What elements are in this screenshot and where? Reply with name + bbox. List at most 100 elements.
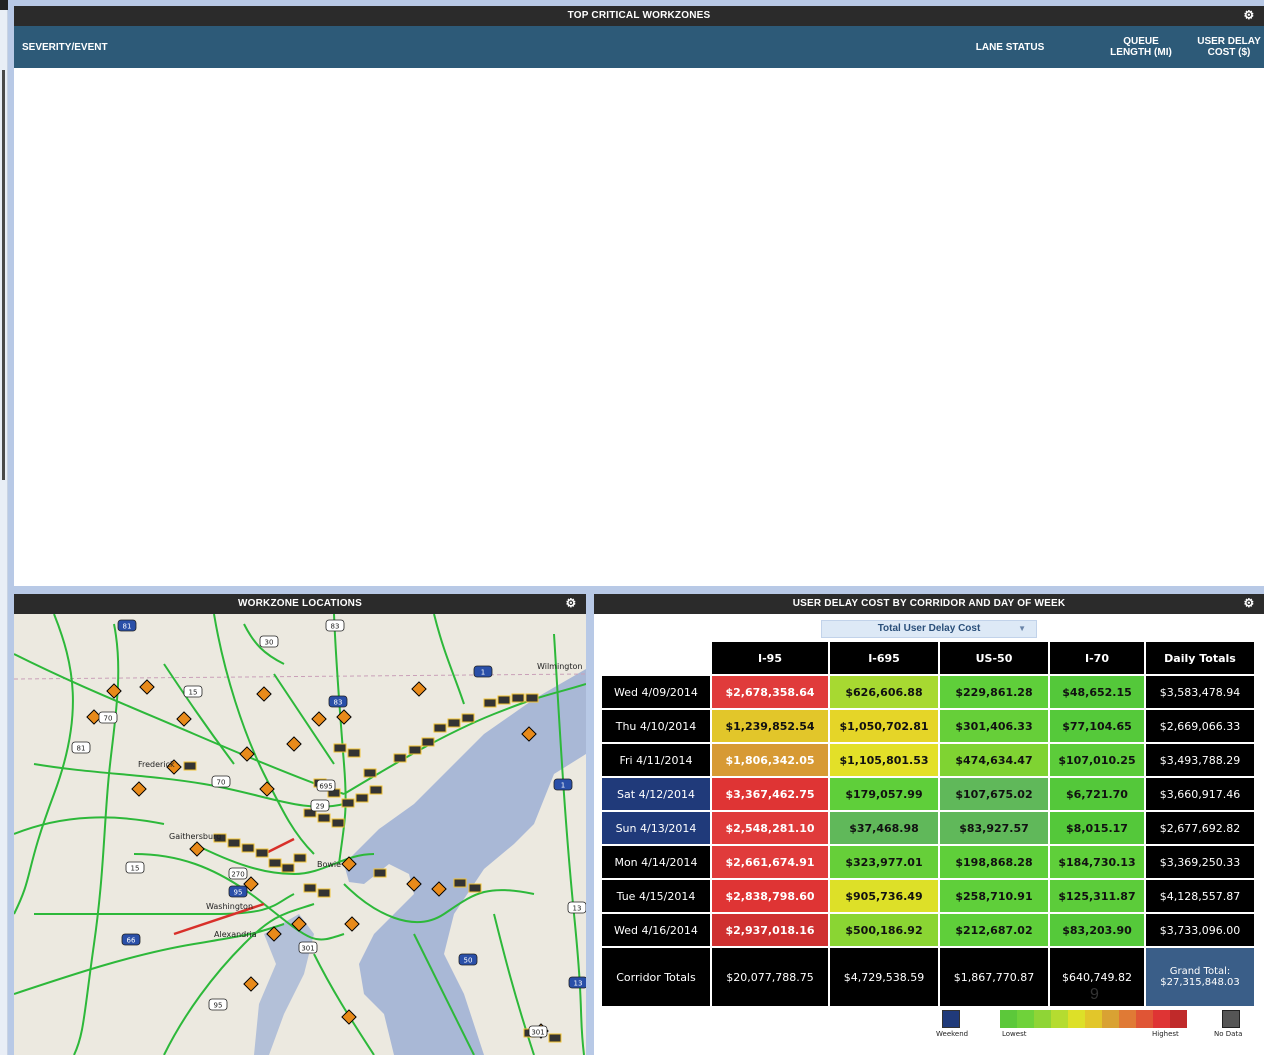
cost-cell[interactable]: $198,868.28 xyxy=(938,844,1050,880)
table-row: Thu 4/10/2014 $1,239,852.54 $1,050,702.81 $… xyxy=(600,708,1256,744)
column-user-delay-cost[interactable]: USER DELAY COST ($) xyxy=(1194,26,1264,68)
scale-swatch xyxy=(1017,1010,1034,1028)
route-shield-label: 81 xyxy=(77,745,86,753)
place-label: Washington xyxy=(206,902,253,911)
left-scrollbar[interactable] xyxy=(0,0,8,1055)
daily-total-cell: $3,369,250.33 xyxy=(1144,844,1256,880)
legend-label: Highest xyxy=(1152,1030,1179,1038)
cost-cell[interactable]: $1,806,342.05 xyxy=(710,742,830,778)
column-lane-status[interactable]: LANE STATUS xyxy=(966,26,1054,68)
cost-cell[interactable]: $83,203.90 xyxy=(1048,912,1146,948)
route-shield-label: 83 xyxy=(334,699,343,707)
cost-cell[interactable]: $184,730.13 xyxy=(1048,844,1146,880)
place-label: Gaithersburg xyxy=(169,832,221,841)
cost-cell[interactable]: $3,367,462.75 xyxy=(710,776,830,812)
cost-cell[interactable]: $2,678,358.64 xyxy=(710,674,830,710)
scrollbar-thumb[interactable] xyxy=(2,70,5,480)
cost-cell[interactable]: $2,548,281.10 xyxy=(710,810,830,846)
table-row: Mon 4/14/2014 $2,661,674.91 $323,977.01 $19… xyxy=(600,844,1256,880)
cost-cell[interactable]: $125,311.87 xyxy=(1048,878,1146,914)
daily-total-cell: $2,677,692.82 xyxy=(1144,810,1256,846)
column-header[interactable]: US-50 xyxy=(938,640,1050,676)
cost-cell[interactable]: $2,937,018.16 xyxy=(710,912,830,948)
weekend-swatch xyxy=(942,1010,960,1028)
cost-cell[interactable]: $229,861.28 xyxy=(938,674,1050,710)
day-label: Sat 4/12/2014 xyxy=(600,776,712,812)
gear-icon[interactable]: ⚙ xyxy=(1242,8,1256,22)
table-row: Sat 4/12/2014 $3,367,462.75 $179,057.99 $10… xyxy=(600,776,1256,812)
totals-label: Corridor Totals xyxy=(600,946,712,1008)
route-shield-label: 1 xyxy=(561,782,565,790)
route-shield-label: 70 xyxy=(217,779,226,787)
day-label: Fri 4/11/2014 xyxy=(600,742,712,778)
cost-cell[interactable]: $48,652.15 xyxy=(1048,674,1146,710)
cost-cell[interactable]: $6,721.70 xyxy=(1048,776,1146,812)
day-label: Wed 4/16/2014 xyxy=(600,912,712,948)
scale-swatch xyxy=(1136,1010,1153,1028)
cost-cell[interactable]: $626,606.88 xyxy=(828,674,940,710)
cost-cell[interactable]: $258,710.91 xyxy=(938,878,1050,914)
column-header[interactable]: I-695 xyxy=(828,640,940,676)
grand-total-cell: Grand Total: $27,315,848.03 xyxy=(1144,946,1256,1008)
metric-dropdown[interactable]: Total User Delay Cost ▼ xyxy=(821,620,1037,638)
cost-cell[interactable]: $323,977.01 xyxy=(828,844,940,880)
corridor-total-cell: $4,729,538.59 xyxy=(828,946,940,1008)
cost-cell[interactable]: $474,634.47 xyxy=(938,742,1050,778)
cost-cell[interactable]: $1,105,801.53 xyxy=(828,742,940,778)
day-label: Wed 4/09/2014 xyxy=(600,674,712,710)
column-queue-length[interactable]: QUEUE LENGTH (MI) xyxy=(1106,26,1176,68)
cost-cell[interactable]: $2,661,674.91 xyxy=(710,844,830,880)
scale-swatch xyxy=(1153,1010,1170,1028)
route-shield-label: 301 xyxy=(531,1029,544,1037)
gear-icon[interactable]: ⚙ xyxy=(1242,596,1256,610)
column-header[interactable]: Daily Totals xyxy=(1144,640,1256,676)
cost-cell[interactable]: $37,468.98 xyxy=(828,810,940,846)
route-shield-label: 1 xyxy=(481,669,485,677)
header-row: I-95 I-695 US-50 I-70 Daily Totals xyxy=(600,640,1256,676)
route-shield-label: 29 xyxy=(316,803,325,811)
legend-label: No Data xyxy=(1214,1030,1243,1038)
panel-title: WORKZONE LOCATIONS xyxy=(238,598,362,609)
panel-title-bar: WORKZONE LOCATIONS ⚙ xyxy=(14,594,586,614)
route-shield-label: 83 xyxy=(331,623,340,631)
cost-cell[interactable]: $1,239,852.54 xyxy=(710,708,830,744)
cost-cell[interactable]: $107,010.25 xyxy=(1048,742,1146,778)
cost-cell[interactable]: $8,015.17 xyxy=(1048,810,1146,846)
blank-cell xyxy=(600,640,712,676)
cost-cell[interactable]: $905,736.49 xyxy=(828,878,940,914)
cost-cell[interactable]: $212,687.02 xyxy=(938,912,1050,948)
cost-cell[interactable]: $500,186.92 xyxy=(828,912,940,948)
route-shield-label: 81 xyxy=(123,623,132,631)
cost-cell[interactable]: $179,057.99 xyxy=(828,776,940,812)
daily-total-cell: $4,128,557.87 xyxy=(1144,878,1256,914)
place-label: Bowie xyxy=(317,860,341,869)
no-data-swatch xyxy=(1222,1010,1240,1028)
workzone-locations-panel: WORKZONE LOCATIONS ⚙ 81 30 83 1 15 70 83… xyxy=(14,594,586,1055)
column-header[interactable]: I-70 xyxy=(1048,640,1146,676)
cost-cell[interactable]: $77,104.65 xyxy=(1048,708,1146,744)
scale-swatch xyxy=(1034,1010,1051,1028)
cost-cell[interactable]: $107,675.02 xyxy=(938,776,1050,812)
color-legend: Weekend Lowest Highest No Data xyxy=(924,1008,1264,1053)
corridor-total-cell: $20,077,788.75 xyxy=(710,946,830,1008)
grand-total-value: $27,315,848.03 xyxy=(1160,977,1240,988)
daily-total-cell: $3,733,096.00 xyxy=(1144,912,1256,948)
gear-icon[interactable]: ⚙ xyxy=(564,596,578,610)
route-shield-label: 50 xyxy=(464,957,473,965)
workzone-map[interactable]: 81 30 83 1 15 70 83 81 70 1 695 270 95 29 15 66 95 301 50 1… xyxy=(14,614,586,1055)
daily-total-cell: $3,660,917.46 xyxy=(1144,776,1256,812)
column-header[interactable]: I-95 xyxy=(710,640,830,676)
scale-swatch xyxy=(1000,1010,1017,1028)
scrollbar-cap xyxy=(0,0,8,10)
scale-swatch xyxy=(1102,1010,1119,1028)
cost-cell[interactable]: $2,838,798.60 xyxy=(710,878,830,914)
column-severity-event[interactable]: SEVERITY/EVENT xyxy=(22,26,108,68)
cost-cell[interactable]: $83,927.57 xyxy=(938,810,1050,846)
route-shield-label: 13 xyxy=(574,980,583,988)
cost-cell[interactable]: $1,050,702.81 xyxy=(828,708,940,744)
route-shield-label: 13 xyxy=(573,905,582,913)
cost-cell[interactable]: $301,406.33 xyxy=(938,708,1050,744)
day-label: Mon 4/14/2014 xyxy=(600,844,712,880)
table-row: Fri 4/11/2014 $1,806,342.05 $1,105,801.53 $… xyxy=(600,742,1256,778)
day-label: Sun 4/13/2014 xyxy=(600,810,712,846)
